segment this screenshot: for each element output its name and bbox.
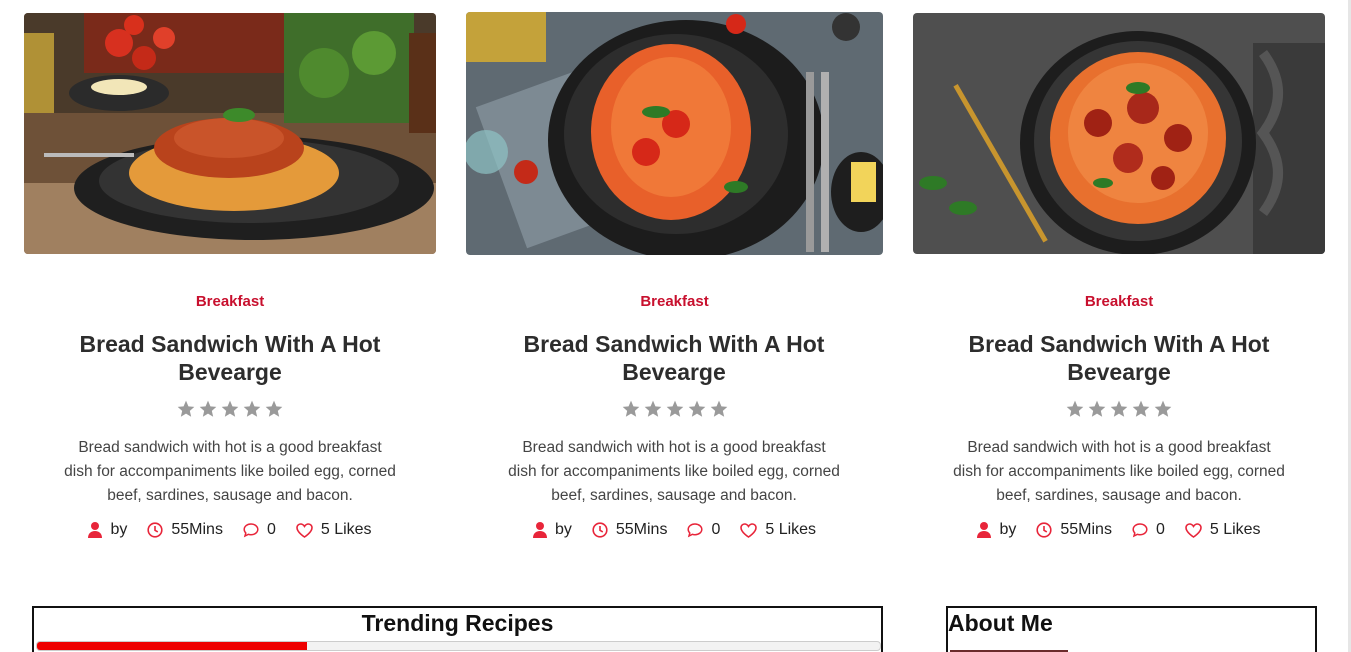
- star-icon[interactable]: [241, 399, 263, 419]
- recipe-title[interactable]: Bread Sandwich With A Hot Bevearge: [498, 330, 850, 386]
- star-icon[interactable]: [1064, 399, 1086, 419]
- recipe-description: Bread sandwich with hot is a good breakf…: [508, 439, 840, 504]
- likes-count: 5 Likes: [1209, 521, 1261, 538]
- recipe-image[interactable]: [913, 13, 1325, 254]
- recipe-image[interactable]: [466, 12, 883, 255]
- cook-time: 55Mins: [171, 521, 223, 538]
- star-icon[interactable]: [664, 399, 686, 419]
- star-icon[interactable]: [1086, 399, 1108, 419]
- about-me-section: About Me: [946, 606, 1317, 652]
- recipe-meta: by 55Mins 0 5 Likes: [913, 521, 1325, 539]
- comments-meta[interactable]: 0: [243, 521, 276, 539]
- comments-meta[interactable]: 0: [1132, 521, 1165, 539]
- clock-icon: [1036, 522, 1052, 538]
- star-icon[interactable]: [1108, 399, 1130, 419]
- recipe-meta: by 55Mins 0 5 Likes: [466, 521, 883, 539]
- cook-time: 55Mins: [615, 521, 668, 538]
- comment-icon: [687, 523, 703, 538]
- user-icon: [532, 522, 547, 538]
- star-icon[interactable]: [1152, 399, 1174, 419]
- time-meta: 55Mins: [1036, 521, 1112, 539]
- recipe-title[interactable]: Bread Sandwich With A Hot Bevearge: [54, 330, 406, 386]
- star-icon[interactable]: [219, 399, 241, 419]
- time-meta: 55Mins: [592, 521, 668, 539]
- star-icon[interactable]: [642, 399, 664, 419]
- comment-count: 0: [711, 521, 721, 538]
- trending-progress-bar[interactable]: [36, 641, 881, 651]
- trending-recipes-section: Trending Recipes: [32, 606, 883, 652]
- comment-icon: [243, 523, 259, 538]
- star-icon[interactable]: [175, 399, 197, 419]
- author-meta[interactable]: by: [532, 521, 572, 539]
- user-icon: [977, 522, 992, 538]
- star-icon[interactable]: [686, 399, 708, 419]
- time-meta: 55Mins: [147, 521, 223, 539]
- user-icon: [88, 522, 103, 538]
- recipe-description: Bread sandwich with hot is a good breakf…: [953, 439, 1285, 504]
- author-label: by: [999, 521, 1017, 538]
- rating-stars: [466, 399, 883, 419]
- trending-heading: Trending Recipes: [361, 610, 554, 636]
- about-heading: About Me: [948, 610, 1053, 636]
- clock-icon: [147, 522, 163, 538]
- recipe-description: Bread sandwich with hot is a good breakf…: [64, 439, 396, 504]
- comment-icon: [1132, 523, 1148, 538]
- heart-icon: [1185, 522, 1202, 538]
- author-meta[interactable]: by: [88, 521, 127, 539]
- star-icon[interactable]: [1130, 399, 1152, 419]
- likes-meta[interactable]: 5 Likes: [1185, 521, 1261, 539]
- trending-progress-fill: [37, 642, 307, 650]
- recipe-title[interactable]: Bread Sandwich With A Hot Bevearge: [943, 330, 1295, 386]
- author-label: by: [110, 521, 128, 538]
- author-meta[interactable]: by: [977, 521, 1016, 539]
- star-icon[interactable]: [708, 399, 730, 419]
- recipe-category[interactable]: Breakfast: [466, 293, 883, 310]
- recipe-meta: by 55Mins 0 5 Likes: [24, 521, 436, 539]
- heart-icon: [740, 522, 758, 538]
- clock-icon: [592, 522, 608, 538]
- comment-count: 0: [1155, 521, 1165, 538]
- likes-count: 5 Likes: [765, 521, 817, 538]
- heart-icon: [296, 522, 313, 538]
- likes-meta[interactable]: 5 Likes: [296, 521, 372, 539]
- rating-stars: [24, 399, 436, 419]
- comments-meta[interactable]: 0: [687, 521, 720, 539]
- star-icon[interactable]: [197, 399, 219, 419]
- comment-count: 0: [266, 521, 276, 538]
- rating-stars: [913, 399, 1325, 419]
- recipe-image[interactable]: [24, 13, 436, 254]
- cook-time: 55Mins: [1060, 521, 1112, 538]
- likes-meta[interactable]: 5 Likes: [740, 521, 816, 539]
- star-icon[interactable]: [263, 399, 285, 419]
- likes-count: 5 Likes: [320, 521, 372, 538]
- recipe-category[interactable]: Breakfast: [913, 293, 1325, 310]
- star-icon[interactable]: [620, 399, 642, 419]
- author-label: by: [554, 521, 572, 538]
- recipe-category[interactable]: Breakfast: [24, 293, 436, 310]
